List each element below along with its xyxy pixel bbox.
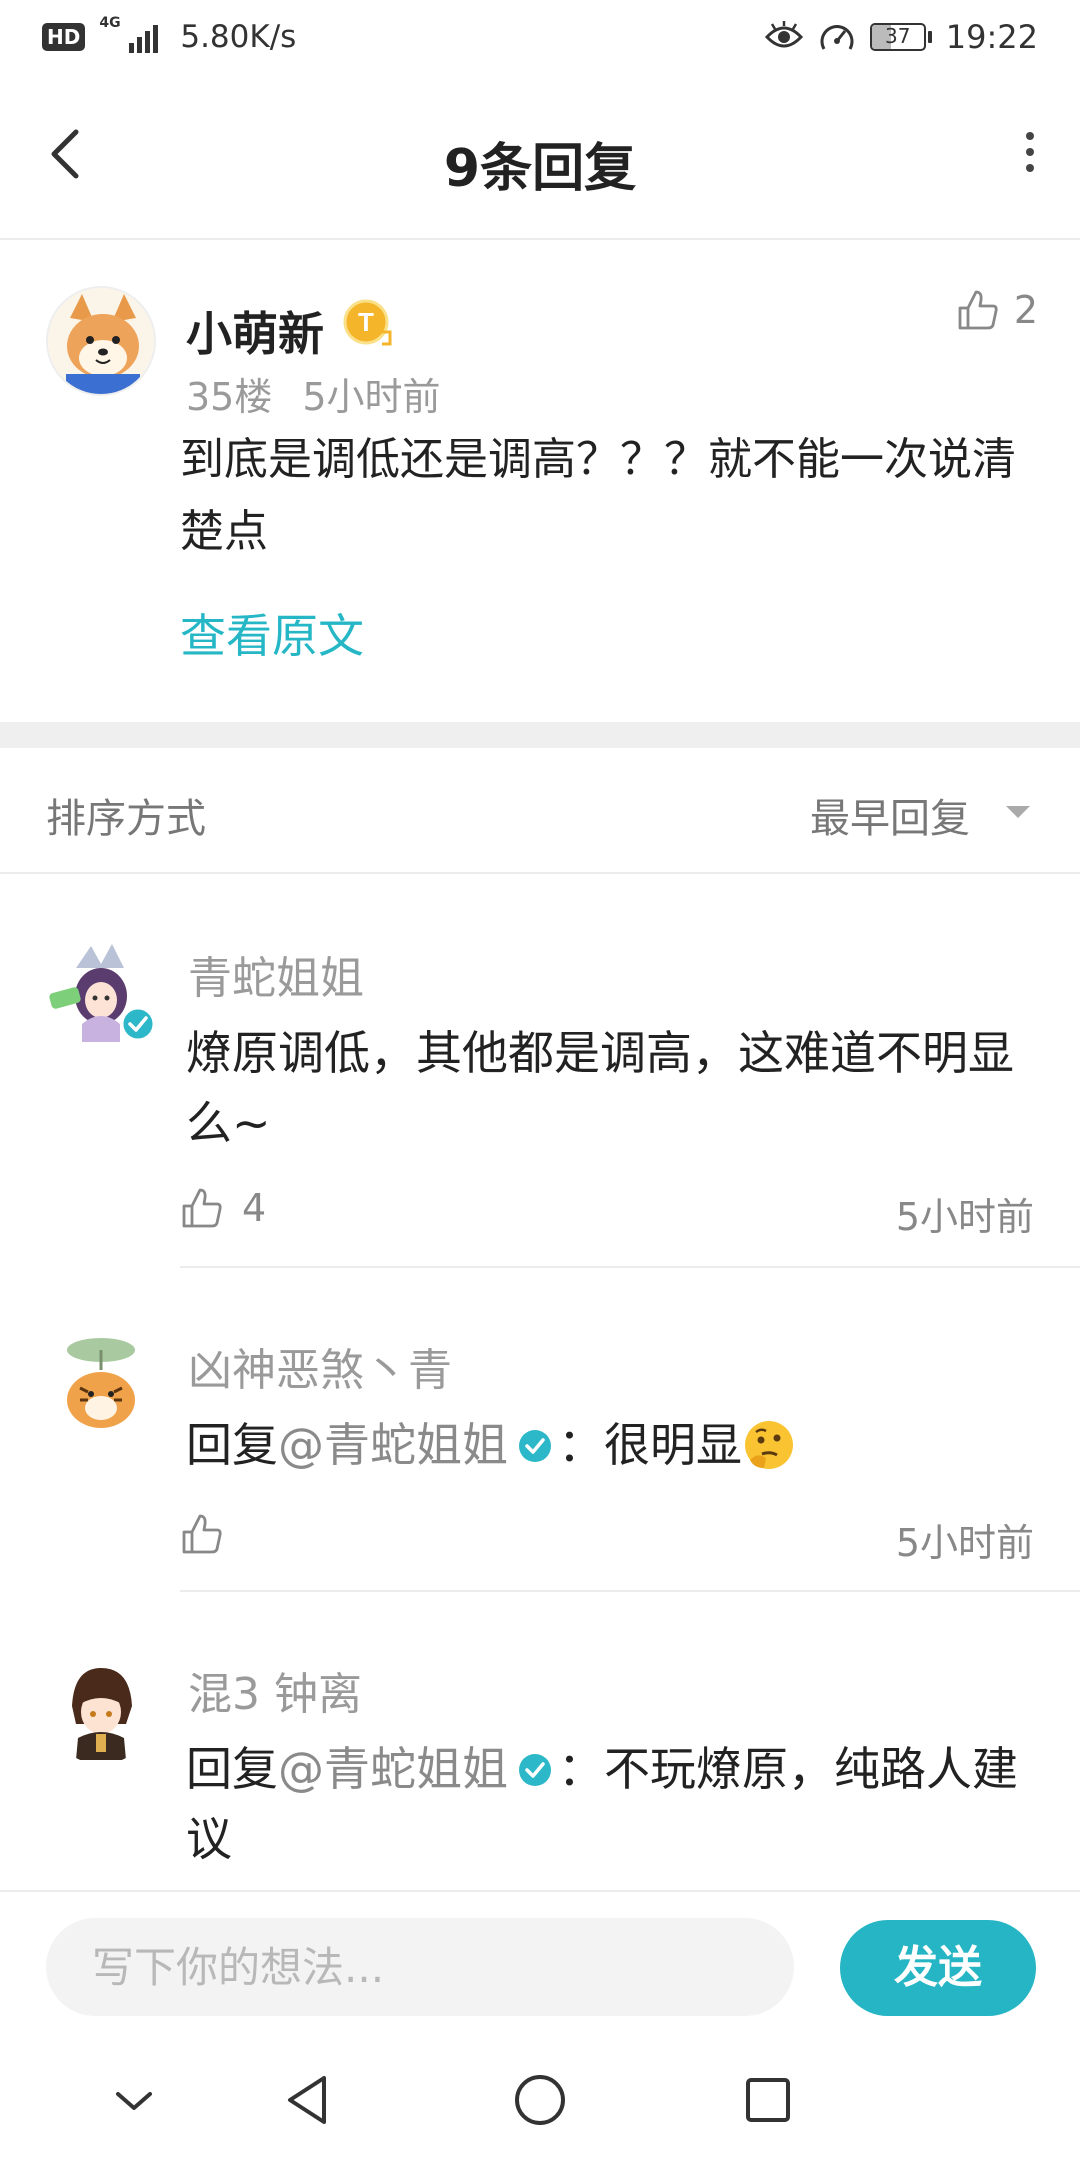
hd-icon: HD	[42, 23, 86, 51]
back-triangle-icon[interactable]	[278, 2070, 338, 2130]
thumbs-up-icon	[958, 290, 998, 330]
signal-icon: 4G	[99, 15, 159, 53]
page-title: 9条回复	[443, 139, 637, 199]
chevron-down-icon[interactable]	[104, 2070, 164, 2130]
like-button[interactable]: 4	[180, 1186, 266, 1230]
avatar[interactable]	[46, 1654, 156, 1764]
reply-prefix: 回复	[186, 1742, 278, 1796]
battery-icon: 37	[869, 23, 932, 51]
eye-icon	[764, 21, 803, 48]
mention-link[interactable]: @青蛇姐姐	[278, 1742, 508, 1796]
reply-text: 回复@青蛇姐姐 ：不玩燎原，纯路人建 议	[186, 1734, 1036, 1874]
avatar[interactable]	[46, 1330, 156, 1440]
view-original-link[interactable]: 查看原文	[180, 600, 364, 666]
author-name[interactable]: 凶神恶煞丶青	[188, 1334, 452, 1398]
post-time: 5小时前	[302, 375, 441, 419]
status-left: HD 4G 5.80K/s	[42, 15, 297, 58]
reply-text: 回复@青蛇姐姐 ：很明显	[186, 1410, 1036, 1480]
like-button[interactable]	[180, 1512, 224, 1556]
reply-item: 混3 钟离 回复@青蛇姐姐 ：不玩燎原，纯路人建 议	[0, 1592, 1080, 1890]
post-meta: 35楼 5小时前	[186, 366, 441, 421]
top-bar: 9条回复	[0, 74, 1080, 240]
character-avatar-icon	[46, 1654, 156, 1764]
verified-badge-icon	[519, 1753, 551, 1786]
author-name[interactable]: 青蛇姐姐	[188, 942, 364, 1006]
section-divider	[0, 722, 1080, 748]
reply-time: 5小时前	[895, 1195, 1034, 1239]
send-button[interactable]: 发送	[840, 1920, 1036, 2016]
like-count: 2	[1013, 288, 1038, 332]
caret-down-icon[interactable]	[1006, 806, 1030, 818]
mention-link[interactable]: @青蛇姐姐	[278, 1418, 508, 1472]
thumbs-up-icon	[182, 1188, 222, 1228]
thinking-face-icon	[745, 1420, 793, 1469]
reply-item: 青蛇姐姐 燎原调低，其他都是调高，这难道不明显么~ 4 5小时前	[0, 874, 1080, 1268]
sort-dropdown[interactable]: 最早回复	[810, 786, 970, 844]
original-comment: 小萌新 T 2 35楼 5小时前 到底是调低还是调高？？？就不能一次说清楚点 查看…	[0, 240, 1080, 722]
comment-input[interactable]	[46, 1918, 794, 2016]
like-count: 4	[242, 1186, 267, 1230]
more-options-icon[interactable]	[1020, 130, 1040, 174]
reply-item: 凶神恶煞丶青 回复@青蛇姐姐 ：很明显 5小时前	[0, 1268, 1080, 1592]
reply-time: 5小时前	[895, 1521, 1034, 1565]
network-speed: 5.80K/s	[180, 19, 297, 55]
reply-text: 燎原调低，其他都是调高，这难道不明显么~	[186, 1026, 1014, 1150]
author-name[interactable]: 小萌新	[186, 298, 324, 364]
like-button[interactable]: 2	[956, 288, 1038, 332]
level-badge-icon: T	[343, 299, 392, 346]
status-bar: HD 4G 5.80K/s 37 19:22	[0, 0, 1080, 74]
sort-label: 排序方式	[46, 796, 206, 842]
sort-bar: 排序方式 最早回复	[0, 748, 1080, 874]
home-circle-icon[interactable]	[510, 2070, 570, 2130]
verified-badge-icon	[519, 1429, 551, 1462]
verified-badge-icon	[120, 1006, 156, 1042]
status-right: 37 19:22	[764, 14, 1038, 60]
system-nav-bar	[0, 2040, 1080, 2160]
author-name[interactable]: 混3 钟离	[188, 1658, 362, 1722]
clock: 19:22	[945, 18, 1038, 56]
shiba-avatar-icon	[48, 288, 154, 394]
thumbs-up-icon	[182, 1514, 222, 1554]
reply-prefix: 回复	[186, 1418, 278, 1472]
floor-number: 35楼	[186, 375, 273, 419]
comment-composer: 发送	[0, 1890, 1080, 2040]
speedometer-icon	[820, 25, 854, 50]
screen: HD 4G 5.80K/s 37 19:22 9条回复 小萌新 T 2 35楼 …	[0, 0, 1080, 2160]
network-type: 4G	[99, 15, 121, 31]
comment-text: 到底是调低还是调高？？？就不能一次说清楚点	[180, 434, 1016, 557]
recents-square-icon[interactable]	[738, 2070, 798, 2130]
avatar[interactable]	[46, 286, 156, 396]
reply-body: ：很明显	[558, 1418, 742, 1472]
battery-level: 37	[885, 24, 911, 48]
tiger-avatar-icon	[46, 1330, 156, 1440]
badge-letter: T	[358, 307, 374, 337]
